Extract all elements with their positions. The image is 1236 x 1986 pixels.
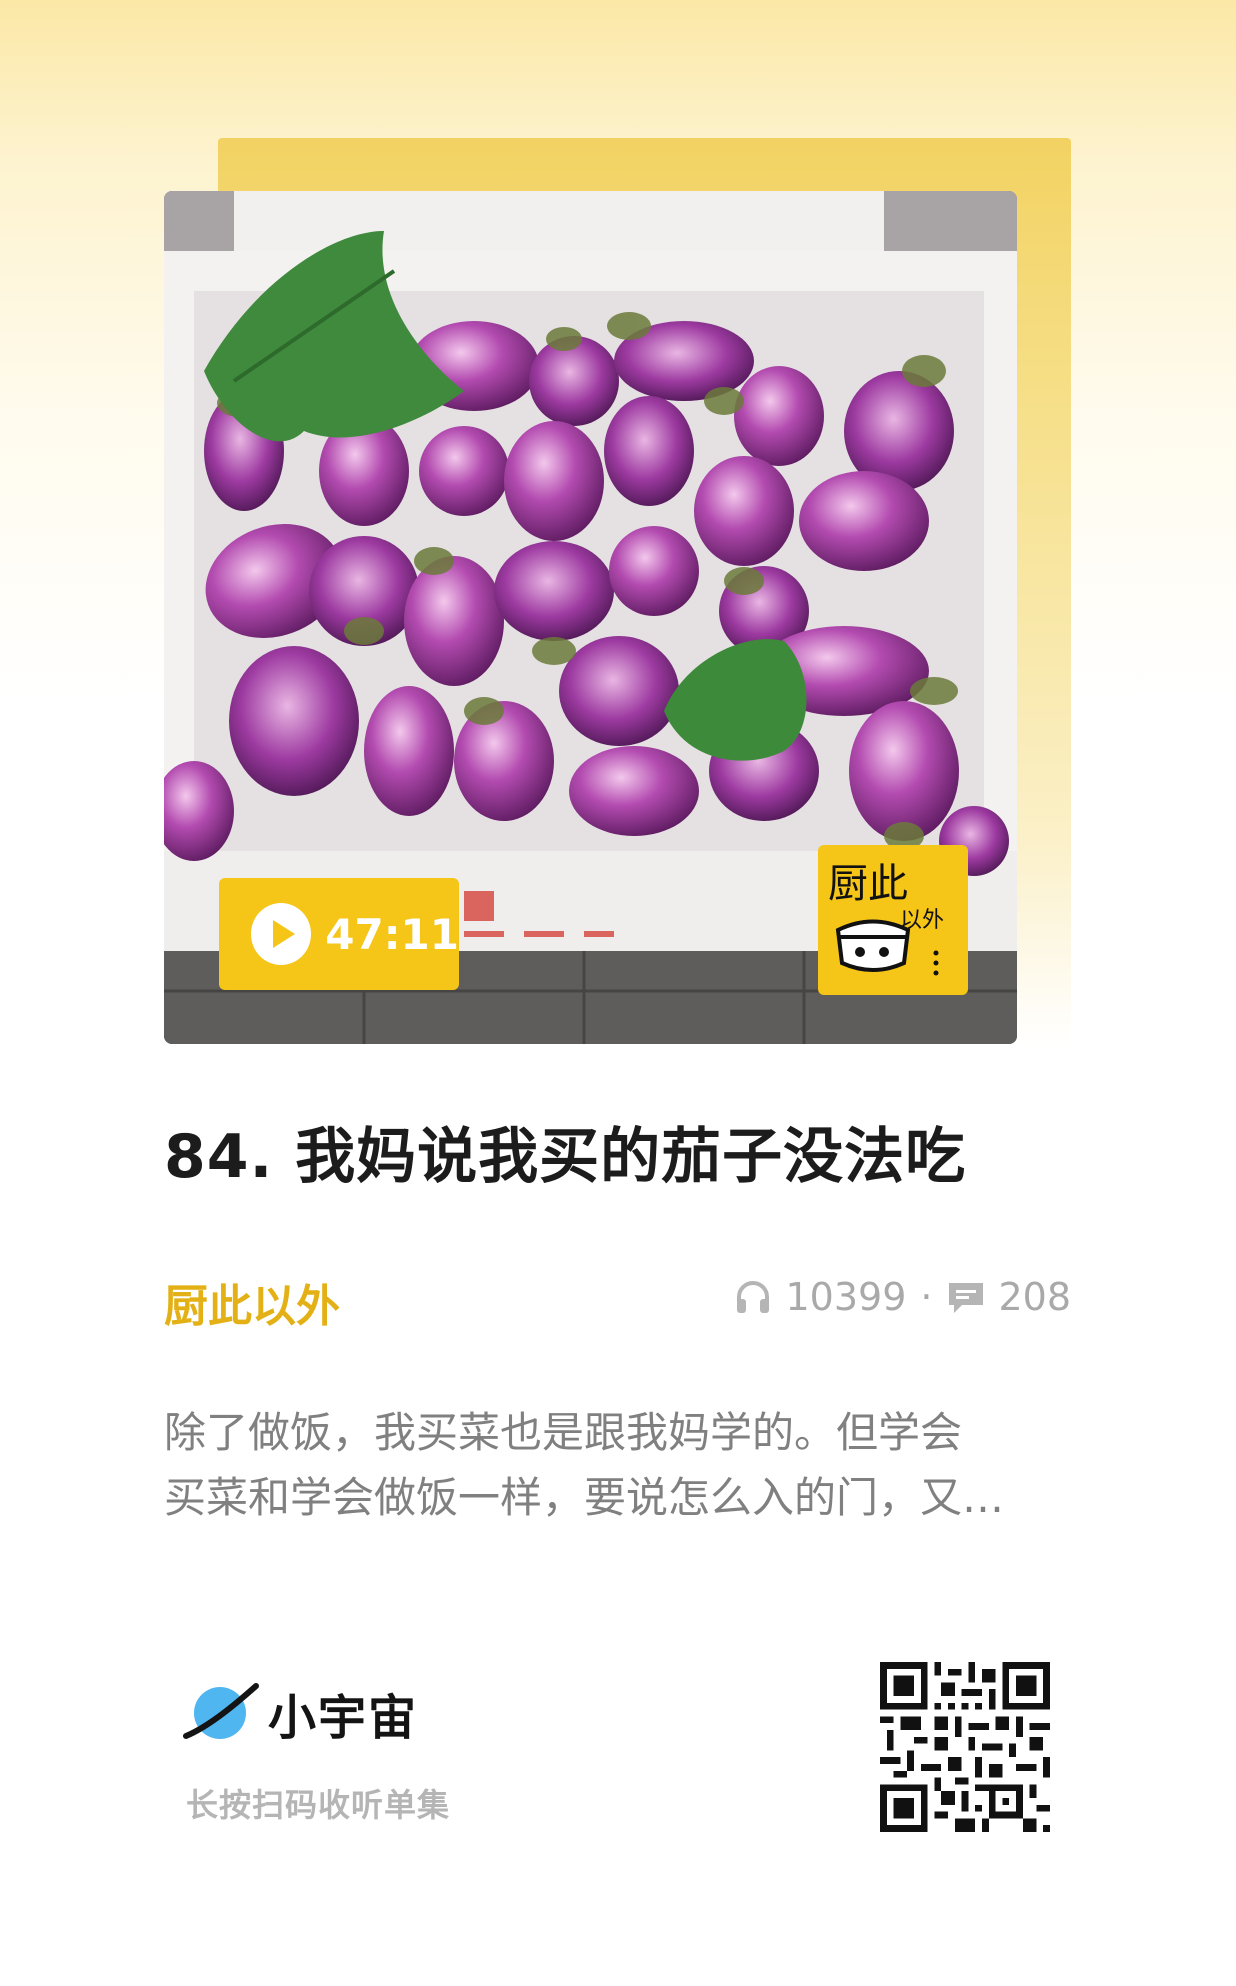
- headphones-icon: [737, 1281, 770, 1313]
- episode-title: 84. 我妈说我买的茄子没法吃: [164, 1122, 967, 1192]
- episode-duration: 47:11: [325, 909, 459, 959]
- stats-separator: ·: [920, 1275, 933, 1319]
- play-icon: [251, 903, 312, 965]
- scan-hint: 长按扫码收听单集: [186, 1786, 451, 1824]
- episode-description: 除了做饭，我买菜也是跟我妈学的。但学会 买菜和学会做饭一样，要说怎么入的门，又…: [164, 1400, 1064, 1530]
- comment-icon: [949, 1283, 984, 1313]
- podcast-name[interactable]: 厨此以外: [164, 1270, 340, 1334]
- brand-logo: 小宇宙: [180, 1678, 418, 1748]
- description-line-1: 除了做饭，我买菜也是跟我妈学的。但学会: [164, 1408, 963, 1457]
- logo-text-top: 厨此: [828, 861, 908, 907]
- comment-count: 208: [998, 1275, 1071, 1319]
- listen-count: 10399: [785, 1275, 907, 1319]
- brand-name: 小宇宙: [268, 1690, 419, 1746]
- description-line-2: 买菜和学会做饭一样，要说怎么入的门，又…: [164, 1473, 1005, 1522]
- planet-icon: [183, 1683, 259, 1739]
- qr-code[interactable]: [880, 1662, 1050, 1832]
- episode-stats: 10399 · 208: [733, 1275, 1071, 1319]
- duration-play-button[interactable]: 47:11: [219, 878, 459, 990]
- podcast-logo: 厨此 以外: [818, 845, 968, 995]
- episode-cover[interactable]: 47:11 厨此 以外: [164, 191, 1017, 1044]
